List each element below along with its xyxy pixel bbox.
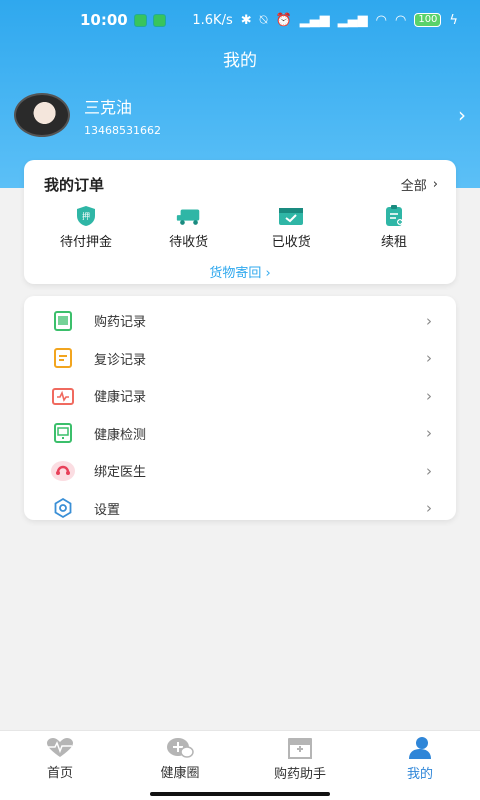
status-time: 10:00 bbox=[80, 11, 128, 29]
wifi-icon: ◠ bbox=[375, 12, 387, 28]
chevron-right-icon: › bbox=[426, 424, 432, 443]
box-check-icon bbox=[277, 205, 305, 227]
chevron-right-icon: › bbox=[432, 177, 438, 192]
notification-icon bbox=[133, 13, 147, 27]
order-pending-deposit[interactable]: 押 待付押金 bbox=[46, 205, 126, 250]
avatar[interactable] bbox=[14, 93, 70, 137]
notification-icon bbox=[152, 13, 166, 27]
svg-text:押: 押 bbox=[82, 211, 90, 221]
return-goods-link[interactable]: 货物寄回 › bbox=[24, 262, 456, 281]
gear-icon bbox=[50, 497, 76, 519]
network-speed: 1.6K/s bbox=[192, 12, 233, 28]
orders-all-link[interactable]: 全部 › bbox=[401, 175, 438, 194]
mute-icon: ⍉ bbox=[259, 12, 268, 28]
user-name: 三克油 bbox=[84, 97, 133, 117]
order-to-receive[interactable]: 待收货 bbox=[149, 205, 229, 250]
chevron-right-icon: › bbox=[426, 311, 432, 330]
medicine-record-icon bbox=[50, 310, 76, 332]
truck-icon bbox=[175, 205, 203, 227]
health-record-icon bbox=[50, 385, 76, 407]
health-check-icon bbox=[50, 422, 76, 444]
user-phone: 13468531662 bbox=[84, 123, 161, 137]
wifi-icon: ◠ bbox=[394, 12, 407, 28]
orders-title: 我的订单 bbox=[44, 176, 105, 194]
tab-home[interactable]: 首页 bbox=[0, 731, 120, 786]
chevron-right-icon: › bbox=[426, 461, 432, 480]
menu-item-settings[interactable]: 设置 › bbox=[24, 490, 456, 528]
charging-icon: ϟ bbox=[449, 12, 458, 28]
menu-item-bind-doctor[interactable]: 绑定医生 › bbox=[24, 452, 456, 490]
status-bar: 10:00 1.6K/s ✱ ⍉ ⏰ ▂▄▆ ▂▄▆ ◠ ◠ 100 ϟ bbox=[0, 0, 480, 40]
tab-mine[interactable]: 我的 bbox=[360, 731, 480, 786]
heart-pulse-icon bbox=[47, 737, 73, 757]
signal-icon: ▂▄▆ bbox=[299, 12, 330, 28]
chat-plus-icon bbox=[167, 737, 194, 758]
menu-card: 购药记录 › 复诊记录 › 健康记录 › 健康检测 › 绑定医生 › 设置 › bbox=[24, 296, 456, 520]
chevron-right-icon: › bbox=[426, 349, 432, 368]
chevron-right-icon: › bbox=[265, 266, 271, 281]
menu-item-revisit-record[interactable]: 复诊记录 › bbox=[24, 340, 456, 378]
order-received[interactable]: 已收货 bbox=[251, 205, 331, 250]
bluetooth-icon: ✱ bbox=[240, 12, 252, 28]
user-icon bbox=[409, 736, 431, 759]
chevron-right-icon: › bbox=[458, 103, 466, 127]
order-renew[interactable]: 续租 bbox=[354, 205, 434, 250]
menu-item-purchase-record[interactable]: 购药记录 › bbox=[24, 302, 456, 340]
tab-pharmacy-assistant[interactable]: 购药助手 bbox=[240, 731, 360, 786]
orders-card: 我的订单 全部 › 押 待付押金 待收货 已收货 续租 货物寄回 › bbox=[24, 160, 456, 284]
menu-item-health-check[interactable]: 健康检测 › bbox=[24, 415, 456, 453]
chevron-right-icon: › bbox=[426, 499, 432, 518]
revisit-record-icon bbox=[50, 347, 76, 369]
deposit-shield-icon: 押 bbox=[72, 205, 100, 227]
tab-health-circle[interactable]: 健康圈 bbox=[120, 731, 240, 786]
menu-item-health-record[interactable]: 健康记录 › bbox=[24, 377, 456, 415]
signal-icon: ▂▄▆ bbox=[337, 12, 368, 28]
bind-doctor-icon bbox=[50, 460, 76, 482]
page-title: 我的 bbox=[223, 51, 257, 71]
bottom-tab-bar: 首页 健康圈 购药助手 我的 bbox=[0, 730, 480, 786]
clipboard-plus-icon bbox=[380, 205, 408, 227]
battery-icon: 100 bbox=[414, 13, 442, 27]
alarm-icon: ⏰ bbox=[275, 12, 292, 28]
pharmacy-icon bbox=[288, 737, 312, 759]
profile-row[interactable]: 三克油 13468531662 › bbox=[14, 92, 466, 138]
chevron-right-icon: › bbox=[426, 386, 432, 405]
home-indicator[interactable] bbox=[150, 792, 330, 796]
